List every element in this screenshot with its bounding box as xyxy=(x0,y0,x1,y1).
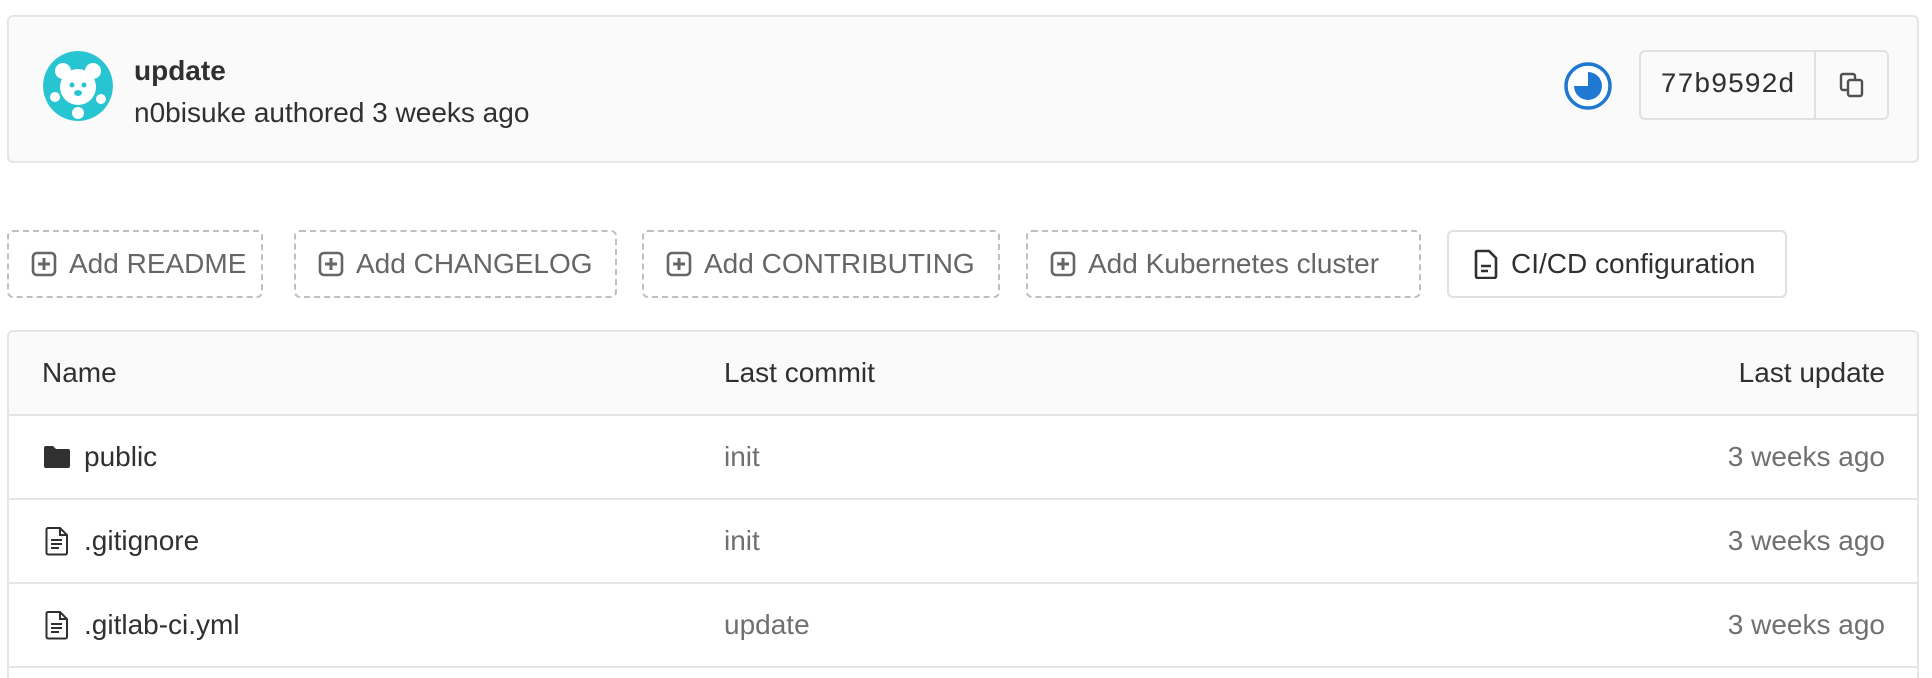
table-header: Name Last commit Last update xyxy=(9,332,1917,416)
commit-title[interactable]: update xyxy=(134,55,226,87)
add-kubernetes-cluster-button[interactable]: Add Kubernetes cluster xyxy=(1026,230,1421,298)
commit-sha-group: 77b9592d xyxy=(1639,50,1889,120)
last-commit-message[interactable]: init xyxy=(724,416,760,498)
last-update-time: 3 weeks ago xyxy=(1727,441,1885,472)
plus-square-icon xyxy=(318,251,344,277)
file-name-cell[interactable]: public xyxy=(42,416,157,498)
add-contributing-label: Add CONTRIBUTING xyxy=(704,248,975,279)
plus-square-icon xyxy=(1050,251,1076,277)
commit-author-meta: n0bisuke authored 3 weeks ago xyxy=(134,97,530,128)
cicd-configuration-button[interactable]: CI/CD configuration xyxy=(1447,230,1787,298)
table-row[interactable]: public init 3 weeks ago xyxy=(9,416,1917,500)
avatar-identicon xyxy=(43,51,113,121)
plus-square-icon xyxy=(31,251,57,277)
commit-sha[interactable]: 77b9592d xyxy=(1641,52,1816,118)
file-icon xyxy=(45,527,68,556)
last-commit-message[interactable]: update xyxy=(724,584,810,666)
column-header-last-commit: Last commit xyxy=(724,357,875,388)
last-update-time: 3 weeks ago xyxy=(1727,609,1885,640)
add-readme-button[interactable]: Add README xyxy=(7,230,263,298)
add-readme-label: Add README xyxy=(69,248,247,279)
add-kubernetes-label: Add Kubernetes cluster xyxy=(1088,248,1380,279)
copy-icon xyxy=(1839,72,1863,98)
column-header-last-update: Last update xyxy=(1738,357,1885,388)
file-name[interactable]: public xyxy=(84,441,157,473)
table-row[interactable]: .gitignore init 3 weeks ago xyxy=(9,500,1917,584)
add-changelog-label: Add CHANGELOG xyxy=(356,248,593,279)
folder-icon xyxy=(44,446,70,468)
repository-file-table: Name Last commit Last update public init… xyxy=(7,330,1919,678)
copy-sha-button[interactable] xyxy=(1816,52,1887,118)
file-name-cell[interactable]: .gitlab-ci.yml xyxy=(42,584,240,666)
file-icon xyxy=(45,611,68,640)
last-commit-message[interactable]: init xyxy=(724,500,760,582)
plus-square-icon xyxy=(666,251,692,277)
add-contributing-button[interactable]: Add CONTRIBUTING xyxy=(642,230,1000,298)
table-row[interactable]: .gitlab-ci.yml update 3 weeks ago xyxy=(9,584,1917,668)
pipeline-running-icon xyxy=(1564,62,1612,110)
pipeline-status[interactable] xyxy=(1563,61,1613,111)
add-changelog-button[interactable]: Add CHANGELOG xyxy=(294,230,617,298)
cicd-configuration-label: CI/CD configuration xyxy=(1511,248,1756,279)
file-name[interactable]: .gitlab-ci.yml xyxy=(84,609,240,641)
last-update-time: 3 weeks ago xyxy=(1727,525,1885,556)
author-avatar[interactable] xyxy=(43,51,113,121)
file-name[interactable]: .gitignore xyxy=(84,525,199,557)
file-document-icon xyxy=(1474,249,1498,279)
repository-page: update n0bisuke authored 3 weeks ago 77b… xyxy=(0,0,1932,678)
column-header-name: Name xyxy=(42,357,117,388)
last-commit-panel: update n0bisuke authored 3 weeks ago 77b… xyxy=(7,15,1919,163)
file-name-cell[interactable]: .gitignore xyxy=(42,500,199,582)
